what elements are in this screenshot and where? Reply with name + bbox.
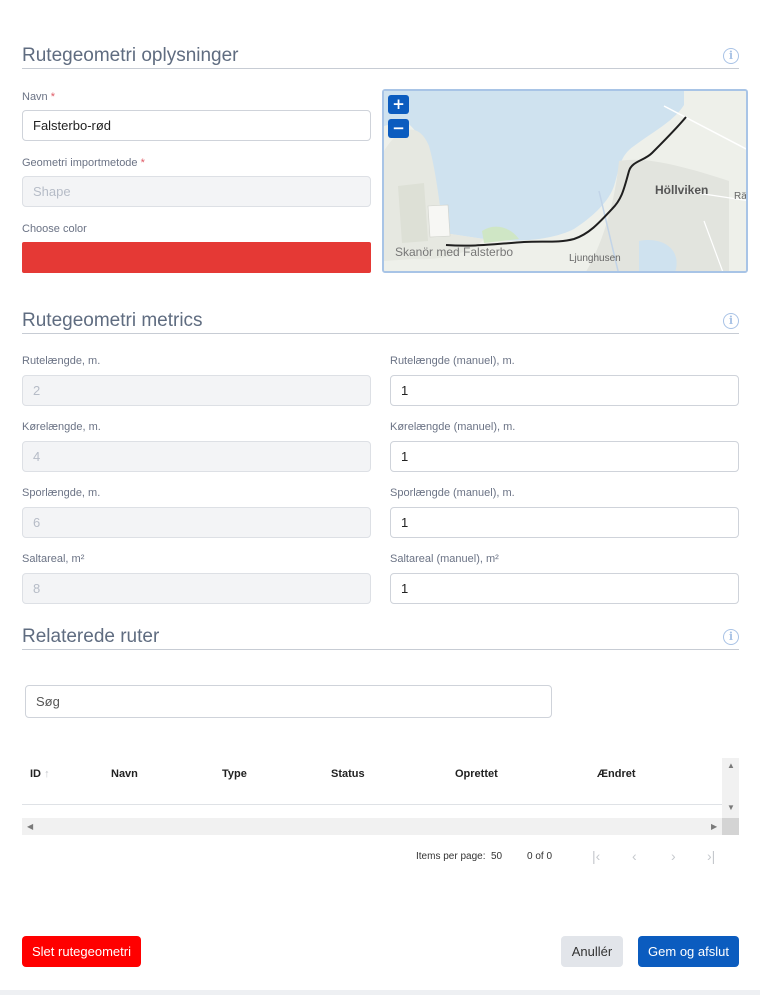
prev-page-icon[interactable]: ‹ [632,848,637,864]
scroll-down-icon[interactable]: ▼ [727,803,735,812]
section-title-related: Relaterede ruter [22,626,160,647]
column-header-status[interactable]: Status [331,768,365,780]
info-icon[interactable]: i [723,629,739,645]
map-label-hollviken: Höllviken [655,183,709,197]
kore-length-manual-label: Kørelængde (manuel), m. [390,421,516,433]
color-label: Choose color [22,223,87,235]
salt-area-field: 8 [22,573,371,604]
sort-arrow-icon: ↑ [44,768,50,780]
required-marker: * [140,157,145,169]
kore-length-field: 4 [22,441,371,472]
column-header-navn[interactable]: Navn [111,768,138,780]
column-header-id[interactable]: ID ↑ [30,768,50,780]
salt-area-manual-label: Saltareal (manuel), m² [390,553,499,565]
import-method-field: Shape [22,176,371,207]
scrollbar-corner [722,818,739,835]
cancel-button[interactable]: Anullér [561,936,623,967]
name-input[interactable]: Falsterbo-rød [22,110,371,141]
next-page-icon[interactable]: › [671,848,676,864]
rute-length-field: 2 [22,375,371,406]
kore-length-manual-input[interactable]: 1 [390,441,739,472]
name-label: Navn * [22,91,56,103]
zoom-in-button[interactable]: + [388,95,409,114]
table-divider [22,804,722,805]
pagination-range: 0 of 0 [527,851,553,862]
rute-length-manual-label: Rutelængde (manuel), m. [390,355,515,367]
search-input[interactable]: Søg [25,685,552,718]
spor-length-field: 6 [22,507,371,538]
import-method-label: Geometri importmetode * [22,157,145,169]
scroll-left-icon[interactable]: ◀ [27,822,33,831]
scroll-right-icon[interactable]: ▶ [711,822,717,831]
items-per-page-select[interactable]: 50 [491,851,502,862]
map-label-ra: Rä [734,191,747,202]
section-divider [22,649,739,650]
section-divider [22,68,739,69]
map-label-skanor: Skanör med Falsterbo [395,245,514,259]
first-page-icon[interactable]: |‹ [592,848,600,864]
rute-length-label: Rutelængde, m. [22,355,101,367]
zoom-out-button[interactable]: − [388,119,409,138]
section-title-info: Rutegeometri oplysninger [22,45,239,66]
save-and-close-button[interactable]: Gem og afslut [638,936,739,967]
items-per-page-label: Items per page: [416,851,486,862]
column-header-oprettet[interactable]: Oprettet [455,768,498,780]
spor-length-label: Sporlængde, m. [22,487,101,499]
section-divider [22,333,739,334]
horizontal-scrollbar[interactable] [22,818,739,835]
spor-length-manual-label: Sporlængde (manuel), m. [390,487,515,499]
scroll-up-icon[interactable]: ▲ [727,761,735,770]
map-label-ljunghusen: Ljunghusen [569,253,621,264]
rute-length-manual-input[interactable]: 1 [390,375,739,406]
color-picker[interactable] [22,242,371,273]
salt-area-manual-input[interactable]: 1 [390,573,739,604]
last-page-icon[interactable]: ›| [707,848,715,864]
kore-length-label: Kørelængde, m. [22,421,101,433]
delete-route-geometry-button[interactable]: Slet rutegeometri [22,936,141,967]
bottom-bar [0,990,760,995]
spor-length-manual-input[interactable]: 1 [390,507,739,538]
route-map[interactable]: + − Höllviken Rä Skanör med Falsterbo Lj… [382,89,748,273]
salt-area-label: Saltareal, m² [22,553,85,565]
required-marker: * [50,91,56,103]
info-icon[interactable]: i [723,313,739,329]
info-icon[interactable]: i [723,48,739,64]
column-header-type[interactable]: Type [222,768,247,780]
column-header-aendret[interactable]: Ændret [597,768,636,780]
section-title-metrics: Rutegeometri metrics [22,310,203,331]
